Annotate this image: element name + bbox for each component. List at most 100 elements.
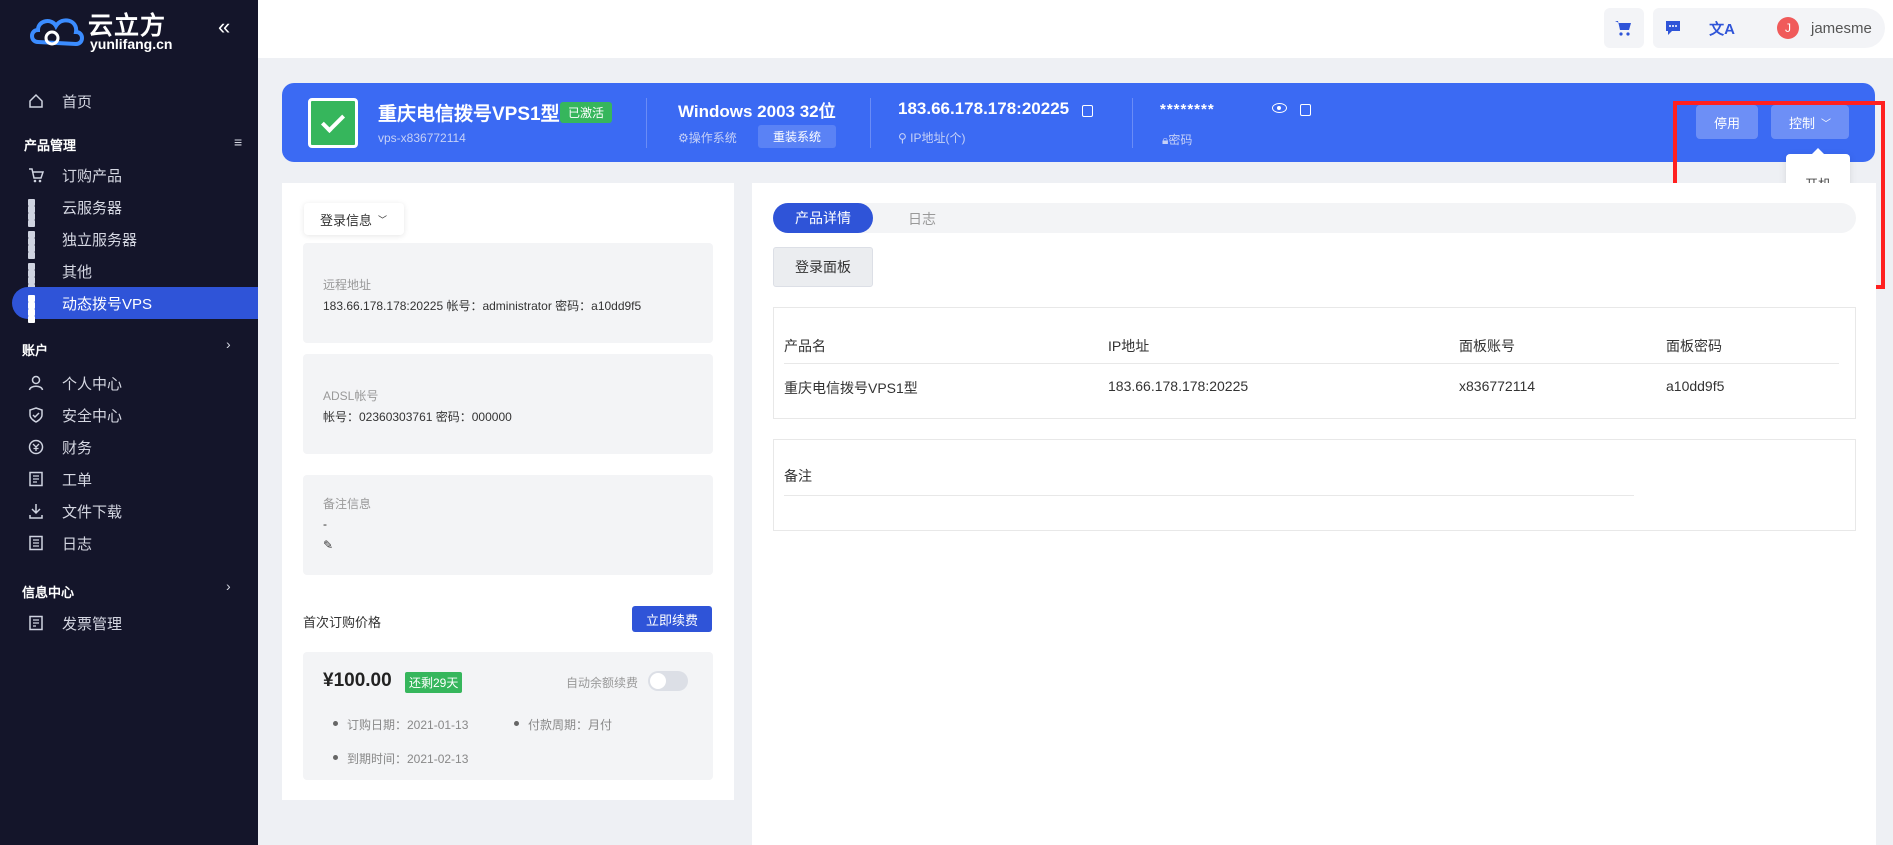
adsl-label: ADSL帐号: [323, 389, 379, 403]
sidebar-item-order[interactable]: 订购产品: [12, 159, 258, 191]
sidebar-item-cloud[interactable]: 云服务器: [12, 191, 258, 227]
adsl-info-box: ADSL帐号 帐号：02360303761 密码：000000: [303, 354, 713, 454]
sidebar-item-security[interactable]: 安全中心: [12, 399, 258, 431]
user-menu[interactable]: J jamesme: [1763, 8, 1885, 48]
product-detail-panel: 产品详情 日志 登录面板 产品名 IP地址 面板账号 面板密码 重庆电信拨号VP…: [752, 183, 1876, 845]
table-divider: [784, 363, 1839, 364]
login-info-select[interactable]: 登录信息 ﹀: [304, 203, 404, 235]
table-cell: a10dd9f5: [1666, 378, 1725, 394]
expire-date: 到期时间：2021-02-13: [332, 752, 469, 766]
product-banner: 重庆电信拨号VPS1型 已激活 vps-x836772114 Windows 2…: [282, 83, 1875, 162]
password-label: 🔒︎密码: [1162, 133, 1193, 147]
language-button[interactable]: 文A: [1702, 8, 1742, 48]
renew-button[interactable]: 立即续费: [632, 606, 712, 632]
tab-product-detail[interactable]: 产品详情: [773, 203, 873, 233]
avatar: J: [1777, 17, 1799, 39]
sidebar-item-label: 发票管理: [62, 615, 123, 633]
product-id: vps-x836772114: [378, 131, 466, 145]
download-icon: [29, 504, 43, 519]
sidebar-item-label: 云服务器: [62, 199, 123, 217]
sidebar-item-home[interactable]: 首页: [12, 85, 258, 117]
sidebar-item-ticket[interactable]: 工单: [12, 463, 258, 495]
sidebar: 云立方 yunlifang.cn « 首页 产品管理 ≡ 订购产品 云服务器 独…: [0, 0, 258, 845]
sidebar-item-label: 日志: [62, 535, 93, 553]
invoice-icon: [29, 615, 43, 631]
divider: [1132, 98, 1133, 148]
price-box: ¥100.00 还剩29天 自动余额续费 订购日期：2021-01-13 付款周…: [303, 652, 713, 780]
sidebar-item-log[interactable]: 日志: [12, 527, 258, 559]
os-name: Windows 2003 32位: [678, 102, 836, 121]
translate-icon: 文A: [1709, 20, 1735, 38]
log-icon: [29, 535, 43, 551]
check-icon: [308, 98, 358, 148]
double-chevron-left-icon[interactable]: «: [218, 14, 230, 40]
remote-label: 远程地址: [323, 278, 372, 292]
eye-icon[interactable]: [1272, 103, 1287, 113]
remark-value: -: [323, 517, 327, 531]
copy-icon[interactable]: [1082, 105, 1093, 117]
os-label: ⚙操作系统: [678, 131, 737, 145]
chevron-down-icon: ﹀: [378, 214, 388, 225]
table-header: 产品名: [784, 338, 826, 354]
note-divider: [784, 495, 1634, 496]
sidebar-item-label: 首页: [62, 93, 93, 111]
auto-renew-toggle[interactable]: [648, 671, 688, 691]
ip-address: 183.66.178.178:20225: [898, 99, 1070, 118]
status-badge: 已激活: [560, 102, 613, 123]
remark-label: 备注信息: [323, 497, 372, 511]
sidebar-item-dynamic-vps[interactable]: 动态拨号VPS: [12, 287, 258, 323]
edit-icon[interactable]: ✎: [323, 538, 333, 552]
sidebar-item-label: 个人中心: [62, 375, 123, 393]
table-cell: 183.66.178.178:20225: [1108, 378, 1249, 394]
ticket-icon: [29, 471, 43, 487]
sidebar-item-label: 工单: [62, 471, 93, 489]
grid-icon: [28, 263, 44, 291]
sidebar-item-profile[interactable]: 个人中心: [12, 367, 258, 399]
user-icon: [28, 375, 44, 391]
finance-icon: [28, 439, 44, 455]
grid-icon: [28, 231, 44, 259]
reinstall-button[interactable]: 重装系统: [758, 125, 837, 148]
divider: [870, 98, 871, 148]
home-icon: [29, 93, 43, 108]
copy-icon[interactable]: [1300, 104, 1311, 116]
cart-icon: [29, 168, 44, 183]
message-button[interactable]: [1653, 8, 1693, 48]
tab-log[interactable]: 日志: [908, 209, 936, 229]
sidebar-item-label: 动态拨号VPS: [62, 295, 153, 313]
note-title: 备注: [784, 468, 812, 484]
section-account: 账户: [22, 343, 49, 358]
chevron-right-icon[interactable]: ›: [226, 336, 231, 352]
logo[interactable]: 云立方 yunlifang.cn: [28, 6, 178, 52]
table-cell: 重庆电信拨号VPS1型: [784, 380, 918, 396]
chevron-right-icon[interactable]: ›: [226, 578, 231, 594]
menu-icon[interactable]: ≡: [234, 134, 242, 150]
sidebar-item-label: 文件下载: [62, 503, 123, 521]
table-header: 面板账号: [1459, 338, 1515, 354]
adsl-value: 帐号：02360303761 密码：000000: [323, 410, 512, 424]
login-panel-button[interactable]: 登录面板: [773, 247, 873, 287]
shield-icon: [29, 407, 43, 423]
section-info: 信息中心: [22, 585, 75, 600]
sidebar-item-invoice[interactable]: 发票管理: [12, 607, 258, 639]
login-info-panel: 登录信息 ﹀ 远程地址 183.66.178.178:20225 帐号：admi…: [282, 183, 734, 800]
sidebar-item-label: 独立服务器: [62, 231, 138, 249]
days-left-badge: 还剩29天: [405, 672, 463, 693]
cart-button[interactable]: [1604, 8, 1644, 48]
cart-icon: [1615, 21, 1631, 36]
auto-renew-label: 自动余额续费: [566, 676, 639, 690]
sidebar-item-dedicated[interactable]: 独立服务器: [12, 223, 258, 259]
product-table: 产品名 IP地址 面板账号 面板密码 重庆电信拨号VPS1型 183.66.17…: [773, 307, 1856, 419]
price-title: 首次订购价格: [303, 615, 382, 630]
sidebar-item-other[interactable]: 其他: [12, 255, 258, 291]
table-header: IP地址: [1108, 338, 1150, 354]
sidebar-item-finance[interactable]: 财务: [12, 431, 258, 463]
chat-icon: [1666, 21, 1680, 35]
table-cell: x836772114: [1459, 378, 1536, 394]
grid-icon: [28, 295, 44, 323]
section-product: 产品管理: [24, 138, 77, 153]
login-info-label: 登录信息: [320, 212, 373, 228]
sidebar-item-download[interactable]: 文件下载: [12, 495, 258, 527]
divider: [646, 98, 647, 148]
remote-info-box: 远程地址 183.66.178.178:20225 帐号：administrat…: [303, 243, 713, 343]
